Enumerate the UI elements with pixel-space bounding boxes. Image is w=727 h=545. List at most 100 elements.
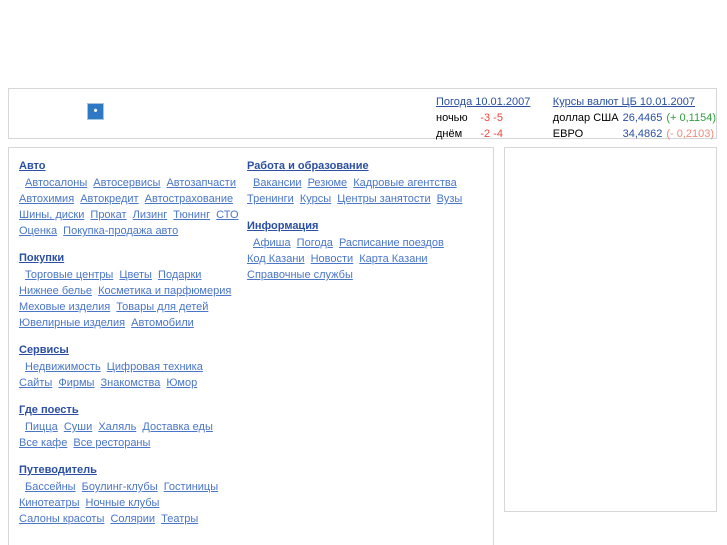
- nav-link-суши[interactable]: Суши: [64, 421, 92, 433]
- currency-value-eur: 34,4862: [622, 128, 663, 140]
- nav-link-автозапчасти[interactable]: Автозапчасти: [166, 177, 236, 189]
- nav-group-информация: Информация Афиша Погода Расписание поездо…: [247, 220, 485, 283]
- nav-link-халяль[interactable]: Халяль: [98, 421, 136, 433]
- nav-group-title-авто[interactable]: Авто: [19, 160, 46, 172]
- nav-link-резюме[interactable]: Резюме: [308, 177, 348, 189]
- currency-name-usd: доллар США: [552, 112, 619, 124]
- nav-link-ювелирные-изделия[interactable]: Ювелирные изделия: [19, 317, 125, 329]
- nav-link-фирмы[interactable]: Фирмы: [58, 377, 94, 389]
- nav-link-косметика-и-парфюмерия[interactable]: Косметика и парфюмерия: [98, 285, 231, 297]
- weather-label-night: ночью: [436, 112, 468, 124]
- nav-link-цветы[interactable]: Цветы: [119, 269, 152, 281]
- nav-link-юмор[interactable]: Юмор: [166, 377, 197, 389]
- nav-link-недвижимость[interactable]: Недвижимость: [25, 361, 101, 373]
- nav-link-автострахование[interactable]: Автострахование: [145, 193, 233, 205]
- nav-link-код-казани[interactable]: Код Казани: [247, 253, 305, 265]
- nav-group-links: Бассейны Боулинг-клубы Гостиницы Кинотеа…: [19, 479, 244, 527]
- nav-link-солярии[interactable]: Солярии: [110, 513, 155, 525]
- nav-link-все-кафе[interactable]: Все кафе: [19, 437, 67, 449]
- nav-link-все-рестораны[interactable]: Все рестораны: [73, 437, 150, 449]
- nav-link-тренинги[interactable]: Тренинги: [247, 193, 294, 205]
- nav-group-авто: Авто Автосалоны Автосервисы Автозапчасти …: [19, 160, 244, 239]
- nav-group-title-информация[interactable]: Информация: [247, 220, 318, 232]
- nav-group-title-покупки[interactable]: Покупки: [19, 252, 64, 264]
- nav-link-кадровые-агентства[interactable]: Кадровые агентства: [353, 177, 456, 189]
- nav-group-работа-и-образование: Работа и образование Вакансии Резюме Кадр…: [247, 160, 485, 207]
- nav-link-лизинг[interactable]: Лизинг: [133, 209, 168, 221]
- weather-date-link[interactable]: Погода 10.01.2007: [436, 96, 530, 108]
- weather-header-cell: Погода 10.01.2007: [436, 94, 545, 110]
- nav-link-вакансии[interactable]: Вакансии: [253, 177, 302, 189]
- nav-link-оценка[interactable]: Оценка: [19, 225, 57, 237]
- nav-link-нижнее-белье[interactable]: Нижнее белье: [19, 285, 92, 297]
- currency-name-eur: ЕВРО: [552, 128, 584, 140]
- nav-link-автомобили[interactable]: Автомобили: [131, 317, 194, 329]
- nav-link-гостиницы[interactable]: Гостиницы: [164, 481, 218, 493]
- nav-link-афиша[interactable]: Афиша: [253, 237, 291, 249]
- nav-link-знакомства[interactable]: Знакомства: [101, 377, 161, 389]
- nav-group-links: Вакансии Резюме Кадровые агентства Трени…: [247, 175, 485, 207]
- nav-group-links: Торговые центры Цветы Подарки Нижнее бел…: [19, 267, 244, 331]
- nav-link-ночные-клубы[interactable]: Ночные клубы: [86, 497, 160, 509]
- nav-group-сервисы: Сервисы Недвижимость Цифровая техника Сай…: [19, 344, 244, 391]
- nav-link-пицца[interactable]: Пицца: [25, 421, 58, 433]
- currency-header-cell: Курсы валют ЦБ 10.01.2007: [553, 94, 716, 110]
- nav-link-торговые-центры[interactable]: Торговые центры: [25, 269, 113, 281]
- currency-delta-usd: (+ 0,1154): [666, 112, 716, 124]
- nav-link-погода[interactable]: Погода: [297, 237, 333, 249]
- currency-date-link[interactable]: Курсы валют ЦБ 10.01.2007: [553, 96, 695, 108]
- nav-link-автосервисы[interactable]: Автосервисы: [93, 177, 160, 189]
- nav-link-сто[interactable]: СТО: [216, 209, 238, 221]
- nav-link-цифровая-техника[interactable]: Цифровая техника: [107, 361, 203, 373]
- info-row-night-usd: ночью -3 -5 доллар США 26,4465 (+ 0,1154…: [436, 110, 716, 126]
- nav-group-где-поесть: Где поесть Пицца Суши Халяль Доставка еды…: [19, 404, 244, 451]
- nav-link-кинотеатры[interactable]: Кинотеатры: [19, 497, 79, 509]
- nav-link-шины-диски[interactable]: Шины, диски: [19, 209, 84, 221]
- info-row-day-eur: днём -2 -4 ЕВРО 34,4862 (- 0,2103): [436, 126, 716, 142]
- nav-columns: Авто Автосалоны Автосервисы Автозапчасти …: [9, 148, 493, 525]
- header-panel: • Погода 10.01.2007 Курсы валют ЦБ 10.01…: [8, 88, 717, 142]
- weather-value-night: -3 -5: [480, 112, 503, 124]
- broken-image-icon: •: [87, 103, 104, 120]
- nav-link-новости[interactable]: Новости: [311, 253, 354, 265]
- nav-column-right: Работа и образование Вакансии Резюме Кадр…: [247, 160, 485, 296]
- currency-delta-eur: (- 0,2103): [666, 128, 715, 140]
- nav-link-автосалоны[interactable]: Автосалоны: [25, 177, 87, 189]
- nav-link-доставка-еды[interactable]: Доставка еды: [142, 421, 213, 433]
- nav-link-театры[interactable]: Театры: [161, 513, 198, 525]
- nav-link-расписание-поездов[interactable]: Расписание поездов: [339, 237, 444, 249]
- nav-group-title-работа-и-образование[interactable]: Работа и образование: [247, 160, 369, 172]
- nav-group-links: Пицца Суши Халяль Доставка еды Все кафе …: [19, 419, 244, 451]
- nav-link-боулинг-клубы[interactable]: Боулинг-клубы: [82, 481, 158, 493]
- nav-link-бассейны[interactable]: Бассейны: [25, 481, 76, 493]
- nav-link-товары-для-детей[interactable]: Товары для детей: [116, 301, 208, 313]
- nav-group-links: Афиша Погода Расписание поездов Код Каза…: [247, 235, 485, 283]
- nav-group-title-путеводитель[interactable]: Путеводитель: [19, 464, 97, 476]
- nav-group-покупки: Покупки Торговые центры Цветы Подарки Ниж…: [19, 252, 244, 331]
- nav-group-title-сервисы[interactable]: Сервисы: [19, 344, 69, 356]
- nav-link-покупка-продажа-авто[interactable]: Покупка-продажа авто: [63, 225, 178, 237]
- nav-link-карта-казани[interactable]: Карта Казани: [359, 253, 427, 265]
- nav-link-салоны-красоты[interactable]: Салоны красоты: [19, 513, 104, 525]
- nav-link-центры-занятости[interactable]: Центры занятости: [337, 193, 430, 205]
- info-header-row: Погода 10.01.2007 Курсы валют ЦБ 10.01.2…: [436, 94, 716, 110]
- weather-value-day: -2 -4: [480, 128, 503, 140]
- nav-link-подарки[interactable]: Подарки: [158, 269, 201, 281]
- nav-link-тюнинг[interactable]: Тюнинг: [173, 209, 210, 221]
- nav-link-сайты[interactable]: Сайты: [19, 377, 52, 389]
- nav-link-автокредит[interactable]: Автокредит: [80, 193, 138, 205]
- logo-slot: •: [87, 103, 111, 127]
- nav-link-автохимия[interactable]: Автохимия: [19, 193, 74, 205]
- sidebar-panel: [504, 147, 717, 512]
- weather-currency-table: Погода 10.01.2007 Курсы валют ЦБ 10.01.2…: [436, 94, 716, 142]
- nav-link-курсы[interactable]: Курсы: [300, 193, 331, 205]
- weather-label-day: днём: [436, 128, 463, 140]
- main-navigation-panel: Авто Автосалоны Автосервисы Автозапчасти …: [8, 147, 494, 545]
- header-info-block: Погода 10.01.2007 Курсы валют ЦБ 10.01.2…: [436, 94, 716, 142]
- nav-link-прокат[interactable]: Прокат: [90, 209, 126, 221]
- nav-group-путеводитель: Путеводитель Бассейны Боулинг-клубы Гости…: [19, 464, 244, 527]
- nav-link-вузы[interactable]: Вузы: [437, 193, 463, 205]
- nav-link-меховые-изделия[interactable]: Меховые изделия: [19, 301, 110, 313]
- nav-link-справочные-службы[interactable]: Справочные службы: [247, 269, 353, 281]
- nav-group-title-где-поесть[interactable]: Где поесть: [19, 404, 79, 416]
